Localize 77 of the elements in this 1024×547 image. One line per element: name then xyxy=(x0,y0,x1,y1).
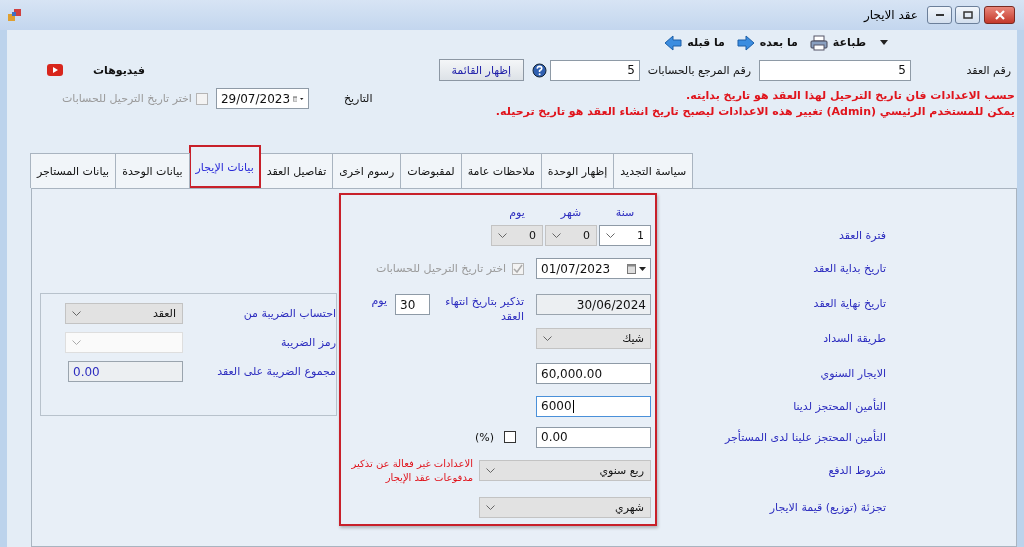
unit-label: يوم xyxy=(371,294,387,307)
tab[interactable]: ملاحظات عامة xyxy=(460,153,542,188)
field-label: التأمين المحتجز لدينا xyxy=(793,399,886,413)
contract-number-field[interactable]: 5 xyxy=(759,59,911,81)
tab[interactable]: بيانات الإيجار xyxy=(188,145,261,188)
annual-rent-field[interactable]: 60,000.00 xyxy=(536,363,651,384)
minimize-button[interactable] xyxy=(927,6,952,24)
field-label: رمز الضريبة xyxy=(279,336,336,349)
chevron-icon xyxy=(552,232,561,238)
end-date-field[interactable]: 30/06/2024 xyxy=(536,294,651,315)
dropdown[interactable]: 1 xyxy=(599,224,651,246)
chevron-icon xyxy=(606,232,615,238)
minimize-icon xyxy=(934,13,945,17)
caret-icon xyxy=(639,266,646,271)
unit-label: شهر xyxy=(559,206,583,219)
tab[interactable]: لمقبوضات xyxy=(400,153,462,188)
field-label: مجموع الضريبة على العقد xyxy=(216,365,336,378)
tab[interactable]: سياسة التجديد xyxy=(613,153,694,188)
chevron-icon xyxy=(486,468,495,473)
chevron-icon xyxy=(72,311,81,316)
chevron-icon xyxy=(72,340,81,345)
field-label: احتساب الضريبة من xyxy=(242,307,336,320)
checkbox-label: اختر تاريخ الترحيل للحسابات xyxy=(376,262,506,275)
warning-text: حسب الاعدادات فان تاريخ الترحيل لهذا العقد هو تاريخ بدايته. xyxy=(685,88,1015,104)
field-label: تاريخ بداية العقد xyxy=(813,262,886,275)
deposit-field[interactable]: 0.00 xyxy=(536,426,651,448)
tax-total-field: 0.00 xyxy=(68,361,183,382)
field-label: طريقة السداد xyxy=(823,332,886,345)
tab[interactable]: تفاصيل العقد xyxy=(259,153,334,188)
tab[interactable]: بيانات المستاجر xyxy=(30,153,117,188)
maximize-icon xyxy=(962,11,973,19)
video-play-icon[interactable] xyxy=(47,64,63,76)
calendar-icon xyxy=(627,263,636,274)
warning-text: الاعدادات غير فعالة عن تذكير مدفوعات عقد الإيجار xyxy=(350,456,473,485)
close-button[interactable] xyxy=(984,6,1015,24)
videos-link[interactable]: فيديوهات xyxy=(93,63,145,77)
chevron-icon xyxy=(543,336,552,341)
field-label: رقم المرجع بالحسابات xyxy=(647,63,751,77)
deposit-field[interactable]: 6000 xyxy=(536,395,651,417)
chevron-icon xyxy=(486,504,495,510)
field-label: فترة العقد xyxy=(839,228,886,242)
help-icon[interactable] xyxy=(531,62,547,78)
right-arrow-icon xyxy=(736,34,755,51)
field-label: تاريخ نهاية العقد xyxy=(813,297,886,310)
tab[interactable]: إظهار الوحدة xyxy=(540,153,615,188)
field-label: رقم العقد xyxy=(965,63,1011,77)
chevron-icon xyxy=(498,232,507,238)
window-title: عقد الايجار xyxy=(863,8,918,22)
tab[interactable]: رسوم اخرى xyxy=(332,153,402,188)
checkbox-label: اختر تاريخ الترحيل للحسابات xyxy=(62,92,192,105)
reminder-days-field[interactable]: 30 xyxy=(395,294,430,315)
field-label: شروط الدفع xyxy=(828,464,886,477)
checkbox-label: (%) xyxy=(474,430,494,444)
reminder-label: تذكير بتاريخ انتهاء العقد xyxy=(444,294,524,324)
next-button[interactable]: ما بعده xyxy=(734,34,800,51)
caret-icon[interactable] xyxy=(880,40,888,45)
previous-button[interactable]: ما قبله xyxy=(662,34,727,51)
unit-label: سنة xyxy=(614,206,636,219)
maximize-button[interactable] xyxy=(955,6,980,24)
date-picker[interactable]: 01/07/2023 xyxy=(536,258,651,279)
field-label: التاريخ xyxy=(343,92,373,105)
show-list-button[interactable]: إظهار القائمة xyxy=(438,59,524,81)
calendar-icon xyxy=(293,93,298,104)
tab[interactable]: بيانات الوحدة xyxy=(115,153,190,188)
field-label: تجزئة (توزيع) قيمة الايجار xyxy=(769,500,886,514)
checkbox[interactable] xyxy=(504,431,516,443)
print-button[interactable]: طباعة xyxy=(807,34,868,51)
unit-label: يوم xyxy=(508,206,526,219)
date-picker[interactable]: 29/07/2023 xyxy=(215,88,309,109)
warning-text: يمكن للمستخدم الرئيسي (Admin) تغيير هذه الاعدادات ليصبح تاريخ انشاء العقد هو تاريخ ترحيله. xyxy=(495,104,1015,120)
printer-icon xyxy=(809,34,828,51)
left-arrow-icon xyxy=(664,34,683,51)
app-icon xyxy=(8,9,22,21)
close-icon xyxy=(993,10,1006,20)
field-label: التأمين المحتجز علينا لدى المستأجر xyxy=(724,430,886,444)
reference-number-field[interactable]: 5 xyxy=(549,59,640,81)
field-label: الايجار السنوي xyxy=(820,367,886,380)
